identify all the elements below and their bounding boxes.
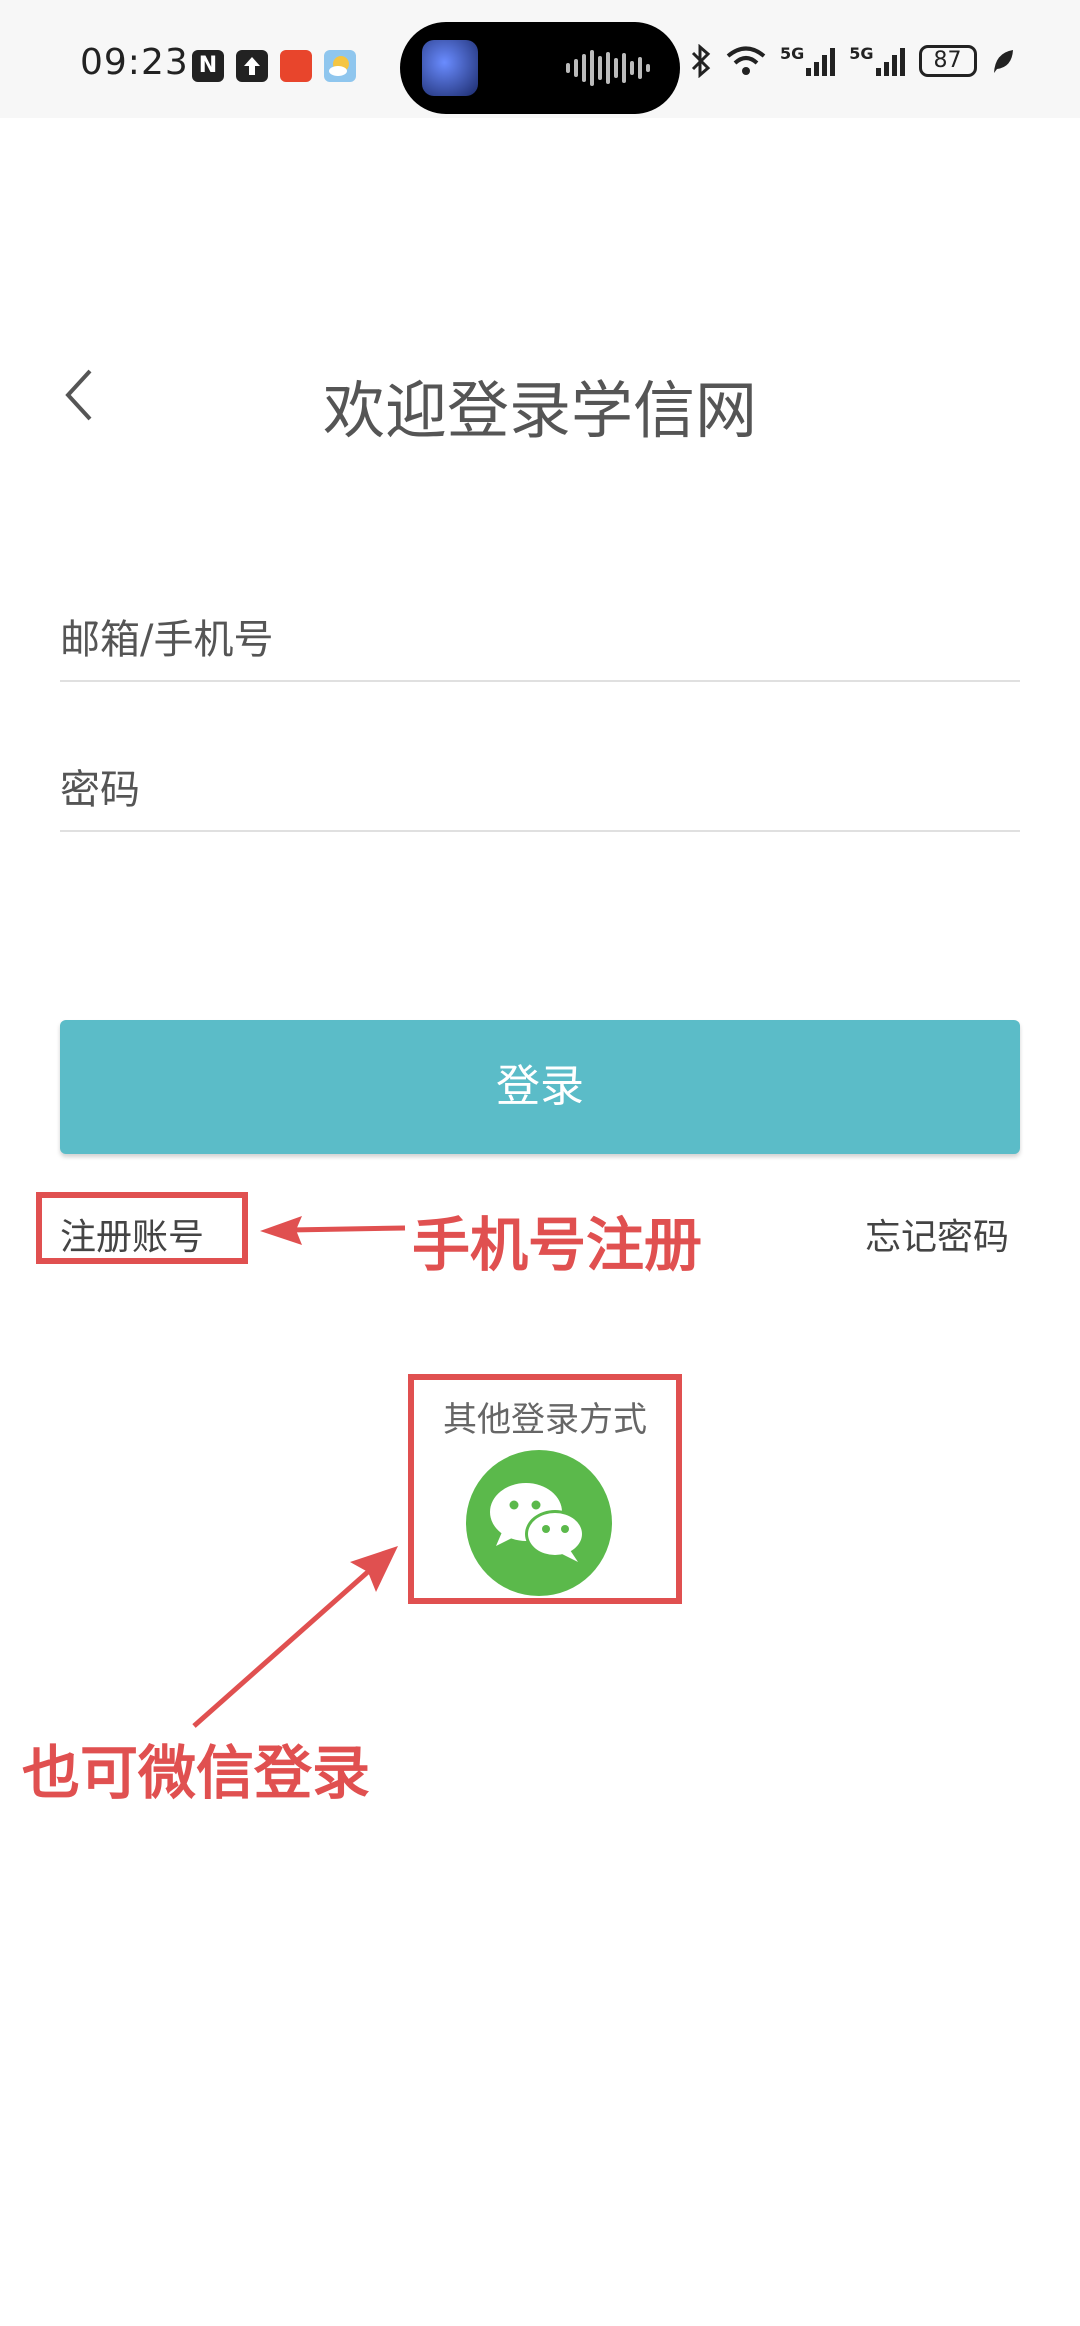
status-time: 09:23 xyxy=(80,42,189,83)
page-title: 欢迎登录学信网 xyxy=(322,374,757,447)
dynamic-island xyxy=(400,22,680,114)
password-input[interactable] xyxy=(60,750,1020,830)
network-type-label: 5G xyxy=(780,44,805,63)
register-annotation-text: 手机号注册 xyxy=(412,1211,703,1279)
wechat-annotation-text: 也可微信登录 xyxy=(22,1739,371,1807)
audio-wave-icon xyxy=(566,50,650,86)
login-button[interactable]: 登录 xyxy=(60,1020,1020,1154)
weather-app-icon xyxy=(324,50,356,82)
taobao-app-icon xyxy=(280,50,312,82)
annotation-arrow-up-icon xyxy=(192,1546,398,1728)
cellular-signal-1: 5G xyxy=(780,44,836,76)
bluetooth-icon xyxy=(691,44,711,78)
nfc-icon: N xyxy=(192,50,224,82)
register-highlight-box xyxy=(36,1192,248,1264)
upload-icon xyxy=(236,50,268,82)
network-type-label: 5G xyxy=(849,44,874,63)
account-input[interactable] xyxy=(60,600,1020,680)
forgot-password-link[interactable]: 忘记密码 xyxy=(865,1208,1009,1260)
password-field[interactable] xyxy=(60,750,1020,832)
annotation-arrow-left-icon xyxy=(260,1216,406,1245)
status-icons: 5G 5G 87 xyxy=(690,44,1015,78)
leaf-icon xyxy=(993,50,1013,73)
account-field[interactable] xyxy=(60,600,1020,682)
battery-indicator: 87 xyxy=(918,45,977,77)
wechat-highlight-box xyxy=(408,1374,682,1604)
cellular-signal-2: 5G xyxy=(849,44,905,76)
wifi-icon xyxy=(726,46,766,75)
game-app-icon xyxy=(422,40,478,96)
